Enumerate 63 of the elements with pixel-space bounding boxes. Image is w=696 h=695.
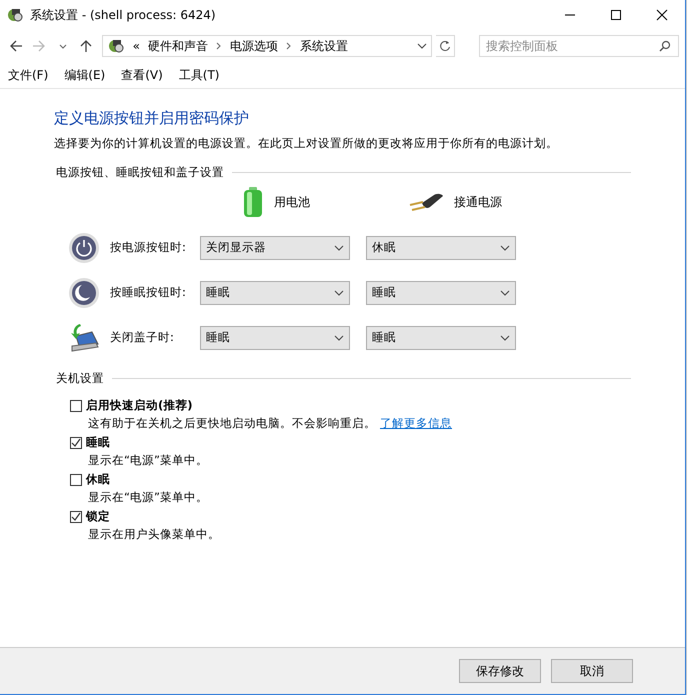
option-label: 休眠 [86,472,110,487]
page-heading: 定义电源按钮并启用密码保护 [54,109,250,128]
menu-item[interactable]: 查看(V) [119,66,165,84]
chevron-down-icon [500,334,510,340]
chevron-down-icon [500,244,510,250]
section-heading: 关机设置 [56,371,104,386]
menu-item[interactable]: 文件(F) [6,66,50,84]
chevron-down-icon [334,334,344,340]
option-label: 锁定 [86,509,110,524]
address-bar[interactable]: « 硬件和声音 电源选项 系统设置 [102,35,432,57]
maximize-icon[interactable] [610,9,622,21]
option-description: 显示在“电源”菜单中。 [88,453,208,468]
breadcrumb[interactable]: 系统设置 [300,38,348,54]
footer-button[interactable]: 保存修改 [459,659,541,683]
row-label: 关闭盖子时: [110,330,175,345]
checkbox[interactable] [70,400,82,412]
dropdown[interactable]: 睡眠 [366,280,516,304]
checkbox[interactable] [70,510,82,522]
row-label: 按睡眠按钮时: [110,285,187,300]
dropdown[interactable]: 睡眠 [200,326,350,350]
option-description: 显示在用户头像菜单中。 [88,527,220,542]
search-icon [659,40,672,52]
option-label: 睡眠 [86,435,110,450]
breadcrumb[interactable]: 电源选项 [230,38,278,54]
dropdown[interactable]: 关闭显示器 [200,236,350,260]
up-arrow-icon[interactable] [78,39,93,53]
column-heading: 用电池 [274,194,310,210]
option-label: 启用快速启动(推荐) [86,398,193,413]
checkbox[interactable] [70,436,82,448]
option-description: 这有助于在关机之后更快地启动电脑。不会影响重启。 [88,416,376,431]
menu-item[interactable]: 编辑(E) [62,66,108,84]
laptop-lid-icon [68,322,100,354]
power-plug-icon [408,191,444,213]
dropdown[interactable]: 睡眠 [366,326,516,350]
chevron-down-icon [416,43,427,49]
menu-item[interactable]: 工具(T) [176,66,222,84]
control-panel-icon [106,37,125,55]
dropdown[interactable]: 休眠 [366,236,516,260]
power-button-icon [68,232,100,264]
chevron-icon [286,42,292,50]
option-description: 显示在“电源”菜单中。 [88,490,208,505]
column-heading: 接通电源 [454,194,502,210]
section-heading: 电源按钮、睡眠按钮和盖子设置 [56,165,224,180]
search-field[interactable]: 搜索控制面板 [479,35,680,57]
chevron-down-icon [500,290,510,296]
window-title: 系统设置 - (shell process: 6424) [30,6,216,24]
refresh-icon[interactable] [438,40,451,52]
control-panel-icon [6,6,24,24]
breadcrumb-overflow[interactable]: « [132,39,140,53]
learn-more-link[interactable]: 了解更多信息 [380,416,452,431]
dropdown[interactable]: 睡眠 [200,280,350,304]
description-text: 选择要为你的计算机设置的电源设置。在此页上对设置所做的更改将应用于你所有的电源计划。 [54,136,559,151]
sleep-button-icon [68,276,100,308]
footer-button[interactable]: 取消 [551,659,633,683]
checkbox[interactable] [70,474,82,486]
breadcrumb[interactable]: 硬件和声音 [148,38,208,54]
battery-icon [242,186,264,218]
back-arrow-icon[interactable] [8,39,23,53]
chevron-down-icon [334,290,344,296]
chevron-icon [216,42,222,50]
chevron-down-icon [334,244,344,250]
row-label: 按电源按钮时: [110,240,187,255]
close-icon[interactable] [656,9,668,21]
